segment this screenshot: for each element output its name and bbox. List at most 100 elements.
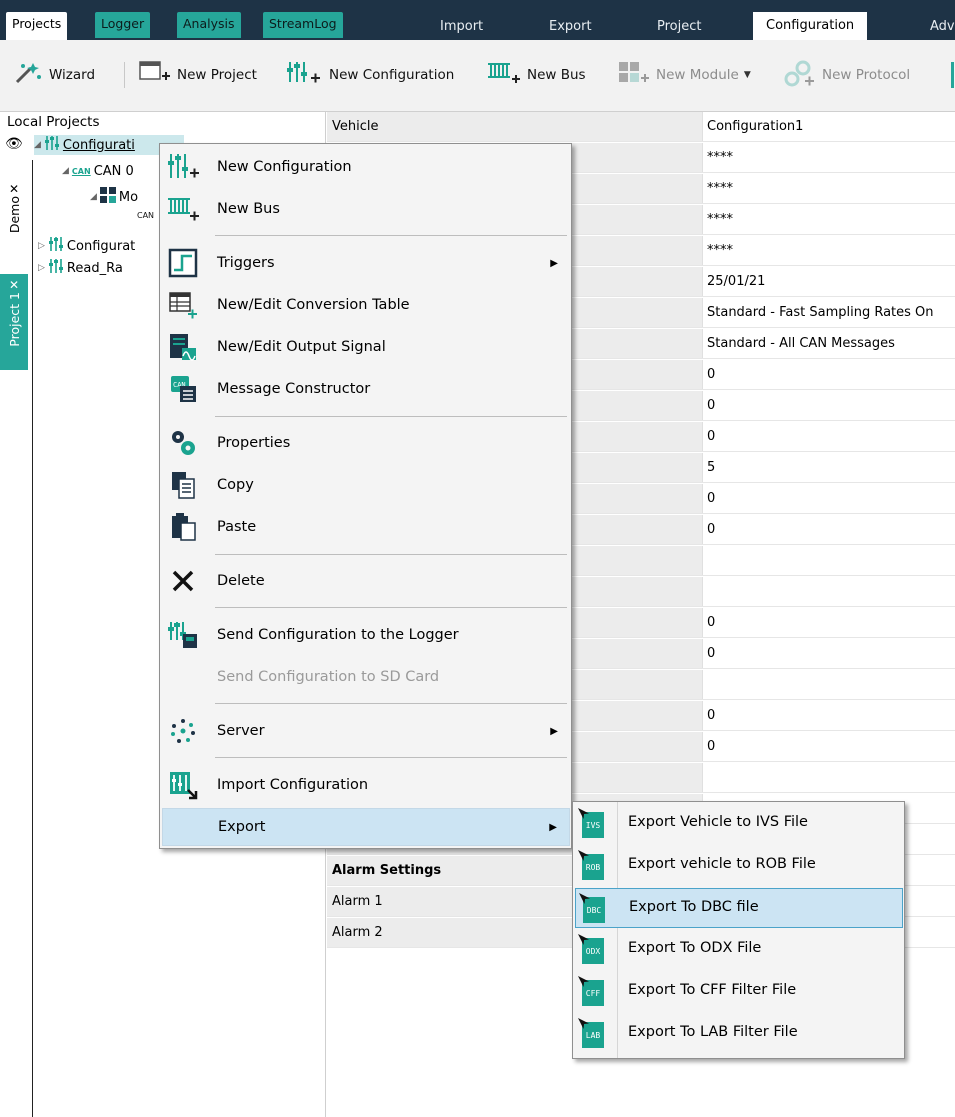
property-value[interactable]: 25/01/21 xyxy=(702,267,955,296)
submenu-item-label: Export To LAB Filter File xyxy=(628,1024,798,1040)
chevron-down-icon[interactable]: ▼ xyxy=(744,70,751,80)
import-configuration-icon xyxy=(166,768,200,802)
new-project-button[interactable]: New Project xyxy=(138,60,257,90)
expand-arrow-icon[interactable]: ◢ xyxy=(34,140,41,150)
property-value[interactable]: **** xyxy=(702,174,955,203)
menu-item-triggers[interactable]: Triggers ▶ xyxy=(162,244,570,282)
property-value[interactable]: 0 xyxy=(702,701,955,730)
new-configuration-button[interactable]: New Configuration xyxy=(284,60,454,90)
eye-icon[interactable]: 👁 xyxy=(5,136,23,152)
menu-separator xyxy=(215,554,567,555)
menu-item-import-configuration[interactable]: Import Configuration xyxy=(162,766,570,804)
menu-item-output-signal[interactable]: New/Edit Output Signal xyxy=(162,328,570,366)
menu-item-paste[interactable]: Paste xyxy=(162,508,570,546)
property-value[interactable]: Standard - All CAN Messages xyxy=(702,329,955,358)
tree-item-configuration[interactable]: ▷ Configurat xyxy=(38,236,135,256)
menu-item-properties[interactable]: Properties xyxy=(162,424,570,462)
tree-item-can[interactable]: ◢ CAN CAN 0 xyxy=(62,161,134,181)
property-value[interactable] xyxy=(702,546,955,575)
property-value[interactable] xyxy=(702,763,955,792)
menu-item-send-to-sd-card[interactable]: Send Configuration to SD Card xyxy=(162,658,570,696)
property-value[interactable]: 0 xyxy=(702,391,955,420)
submenu-item-export-lab[interactable]: LAB Export To LAB Filter File xyxy=(575,1014,903,1054)
tab-advanced[interactable]: Adv xyxy=(930,14,955,40)
menu-item-label: Copy xyxy=(217,477,254,493)
submenu-item-export-ivs[interactable]: IVS Export Vehicle to IVS File xyxy=(575,804,903,844)
tab-export[interactable]: Export xyxy=(549,14,592,40)
dbc-file-icon: DBC xyxy=(579,893,613,925)
tree-item-label: CAN 0 xyxy=(93,163,134,179)
new-configuration-icon xyxy=(166,150,200,184)
property-value[interactable]: 0 xyxy=(702,422,955,451)
menu-item-message-constructor[interactable]: CAN Message Constructor xyxy=(162,370,570,408)
submenu-item-export-cff[interactable]: CFF Export To CFF Filter File xyxy=(575,972,903,1012)
property-value[interactable]: 0 xyxy=(702,484,955,513)
new-bus-button[interactable]: New Bus xyxy=(486,60,586,90)
tab-demo[interactable]: ✕ Demo xyxy=(0,178,28,262)
menu-item-label: Import Configuration xyxy=(217,777,369,793)
message-constructor-icon: CAN xyxy=(166,372,200,406)
new-configuration-label: New Configuration xyxy=(329,67,455,83)
toolbar: Wizard New Project New Configuration New… xyxy=(0,40,955,112)
menu-item-label: Message Constructor xyxy=(217,381,371,397)
property-value[interactable]: **** xyxy=(702,205,955,234)
submenu-item-export-dbc[interactable]: DBC Export To DBC file xyxy=(575,888,903,928)
property-value[interactable]: 0 xyxy=(702,639,955,668)
tree-item-read-raw[interactable]: ▷ Read_Ra xyxy=(38,258,123,278)
submenu-item-export-rob[interactable]: ROB Export vehicle to ROB File xyxy=(575,846,903,886)
menu-item-server[interactable]: Server ▶ xyxy=(162,712,570,750)
tab-import[interactable]: Import xyxy=(440,14,483,40)
property-value[interactable]: 5 xyxy=(702,453,955,482)
property-value[interactable]: 0 xyxy=(702,360,955,389)
cff-file-icon: CFF xyxy=(578,976,612,1008)
submenu-item-label: Export vehicle to ROB File xyxy=(628,856,816,872)
menu-item-copy[interactable]: Copy xyxy=(162,466,570,504)
close-icon[interactable]: ✕ xyxy=(9,278,19,292)
tree-item-module[interactable]: ◢ Mo xyxy=(90,187,138,207)
tab-project[interactable]: Project xyxy=(657,14,701,40)
tab-project-1[interactable]: ✕ Project 1 xyxy=(0,274,28,370)
property-row[interactable]: Vehicle Configuration1 xyxy=(327,112,955,142)
new-bus-label: New Bus xyxy=(527,67,586,83)
menu-item-new-bus[interactable]: New Bus xyxy=(162,190,570,228)
property-value[interactable]: 0 xyxy=(702,608,955,637)
tab-projects[interactable]: Projects xyxy=(6,12,68,40)
delete-icon xyxy=(166,564,200,598)
output-signal-icon xyxy=(166,330,200,364)
new-protocol-icon xyxy=(783,59,817,91)
new-module-button[interactable]: New Module ▼ xyxy=(617,60,751,90)
property-value[interactable]: **** xyxy=(702,236,955,265)
submenu-item-export-odx[interactable]: ODX Export To ODX File xyxy=(575,930,903,970)
menu-item-new-configuration[interactable]: New Configuration xyxy=(162,148,570,186)
property-value[interactable]: Configuration1 xyxy=(702,112,955,141)
wizard-button[interactable]: Wizard xyxy=(14,60,95,90)
tab-analysis[interactable]: Analysis xyxy=(177,12,241,38)
menu-item-label: Properties xyxy=(217,435,291,451)
property-value[interactable]: 0 xyxy=(702,515,955,544)
new-bus-icon xyxy=(486,60,522,90)
tab-streamlog[interactable]: StreamLog xyxy=(263,12,343,38)
property-value[interactable] xyxy=(702,670,955,699)
expand-arrow-icon[interactable]: ◢ xyxy=(90,192,97,202)
expand-arrow-icon[interactable]: ◢ xyxy=(62,166,69,176)
collapse-arrow-icon[interactable]: ▷ xyxy=(38,241,45,251)
configuration-icon xyxy=(48,258,64,278)
panel-title: Local Projects xyxy=(7,114,100,130)
new-protocol-button[interactable]: New Protocol xyxy=(783,60,910,90)
property-value[interactable]: Standard - Fast Sampling Rates On xyxy=(702,298,955,327)
property-value[interactable]: 0 xyxy=(702,732,955,761)
collapse-arrow-icon[interactable]: ▷ xyxy=(38,263,45,273)
property-value[interactable]: **** xyxy=(702,143,955,172)
tab-configuration[interactable]: Configuration xyxy=(753,12,868,40)
menu-item-export[interactable]: Export ▶ xyxy=(162,808,570,846)
tree-item-label: Configurati xyxy=(62,137,135,153)
new-project-icon xyxy=(138,60,172,90)
menu-item-send-to-logger[interactable]: Send Configuration to the Logger xyxy=(162,616,570,654)
menu-item-conversion-table[interactable]: New/Edit Conversion Table xyxy=(162,286,570,324)
property-value[interactable] xyxy=(702,577,955,606)
lab-file-icon: LAB xyxy=(578,1018,612,1050)
tab-logger[interactable]: Logger xyxy=(95,12,151,38)
close-icon[interactable]: ✕ xyxy=(9,182,19,196)
submenu-arrow-icon: ▶ xyxy=(550,725,558,737)
menu-item-delete[interactable]: Delete xyxy=(162,562,570,600)
